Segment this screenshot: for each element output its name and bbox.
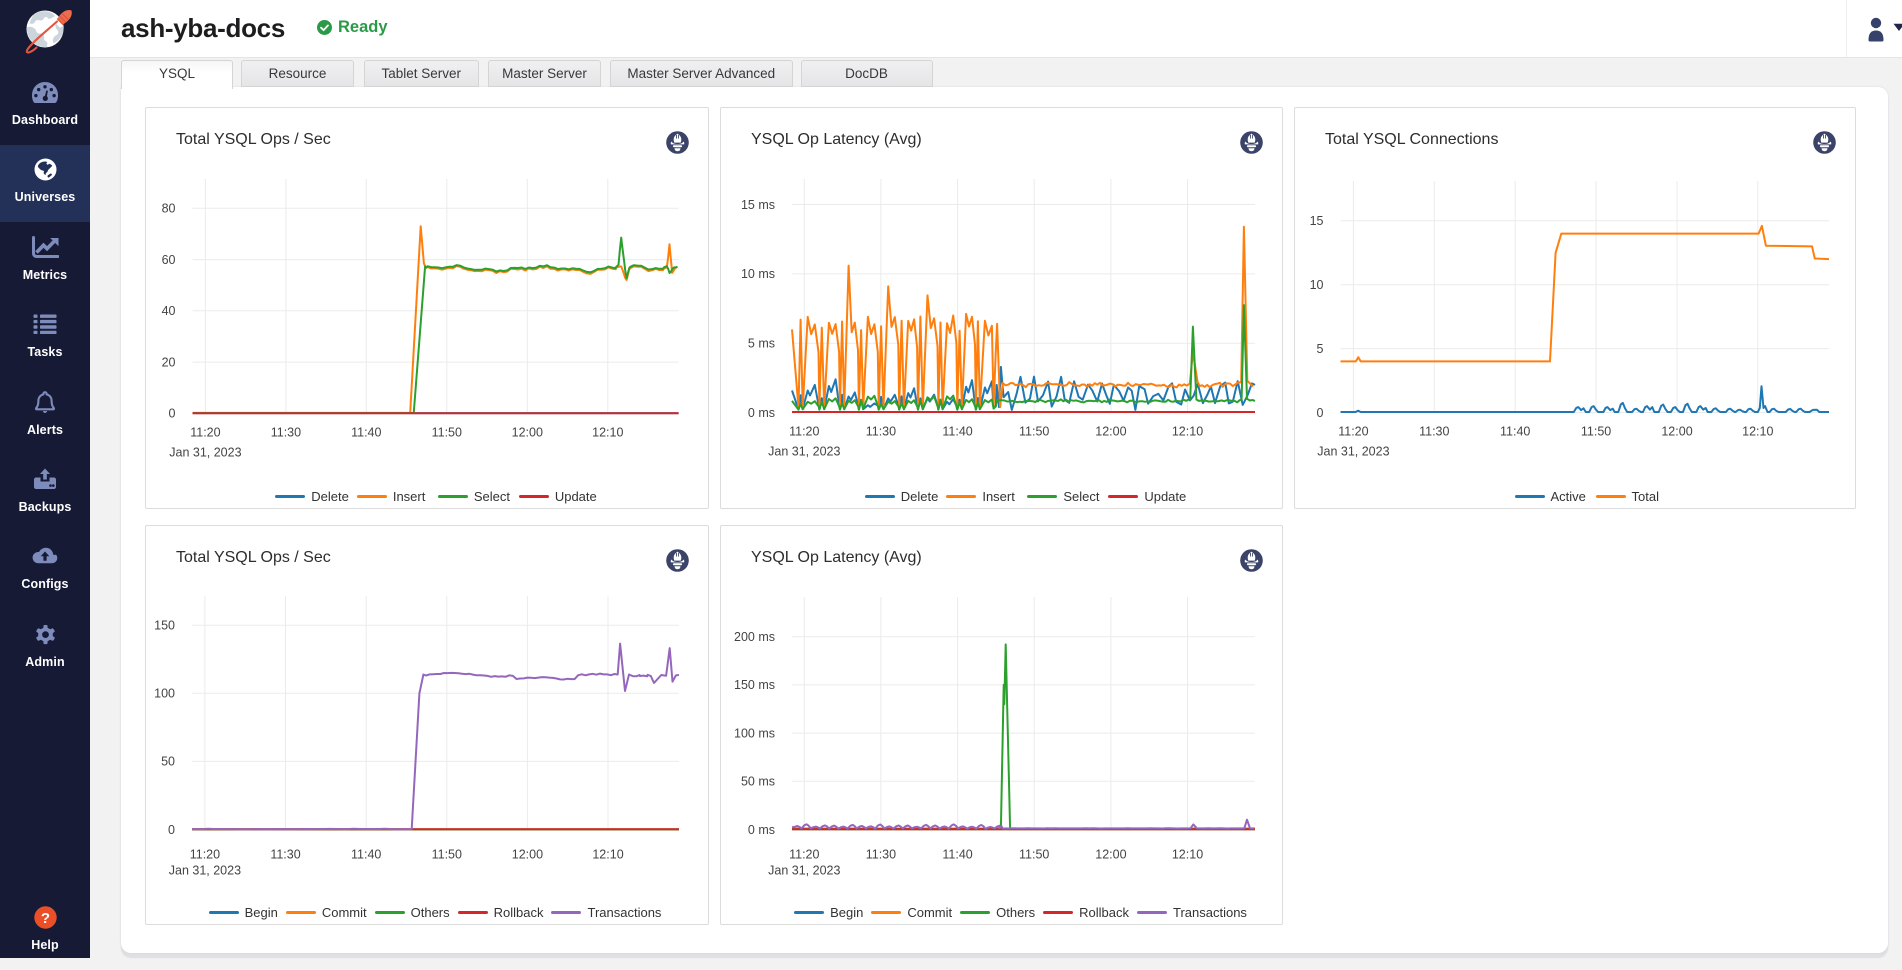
svg-text:12:10: 12:10 xyxy=(1172,848,1203,862)
svg-text:11:30: 11:30 xyxy=(866,848,896,862)
svg-text:5: 5 xyxy=(1317,342,1324,356)
svg-text:0 ms: 0 ms xyxy=(748,823,775,837)
svg-text:12:10: 12:10 xyxy=(1742,425,1773,439)
svg-text:11:20: 11:20 xyxy=(1338,425,1368,439)
svg-text:100 ms: 100 ms xyxy=(734,726,775,740)
svg-text:12:10: 12:10 xyxy=(592,848,623,862)
svg-text:11:30: 11:30 xyxy=(271,425,301,439)
svg-text:60: 60 xyxy=(162,253,176,267)
svg-text:80: 80 xyxy=(162,202,176,216)
svg-text:11:50: 11:50 xyxy=(432,425,462,439)
svg-text:0 ms: 0 ms xyxy=(748,406,775,420)
svg-text:0: 0 xyxy=(169,407,176,421)
svg-text:5 ms: 5 ms xyxy=(748,337,775,351)
svg-text:10: 10 xyxy=(1310,278,1324,292)
svg-text:12:00: 12:00 xyxy=(1661,425,1692,439)
svg-text:Jan 31, 2023: Jan 31, 2023 xyxy=(1317,445,1389,459)
svg-text:11:20: 11:20 xyxy=(789,848,819,862)
svg-text:150 ms: 150 ms xyxy=(734,678,775,692)
svg-text:11:20: 11:20 xyxy=(789,425,819,439)
svg-text:20: 20 xyxy=(162,355,176,369)
svg-text:12:00: 12:00 xyxy=(512,848,543,862)
svg-text:11:20: 11:20 xyxy=(190,425,220,439)
svg-text:12:00: 12:00 xyxy=(1095,425,1126,439)
svg-text:10 ms: 10 ms xyxy=(741,267,775,281)
svg-text:11:40: 11:40 xyxy=(942,425,972,439)
svg-text:15 ms: 15 ms xyxy=(741,198,775,212)
svg-text:50 ms: 50 ms xyxy=(741,775,775,789)
svg-text:11:40: 11:40 xyxy=(351,848,381,862)
svg-text:11:40: 11:40 xyxy=(351,425,381,439)
svg-text:Jan 31, 2023: Jan 31, 2023 xyxy=(169,445,241,459)
svg-text:Jan 31, 2023: Jan 31, 2023 xyxy=(768,864,840,878)
svg-text:11:20: 11:20 xyxy=(190,848,220,862)
svg-text:11:40: 11:40 xyxy=(942,848,972,862)
svg-text:Jan 31, 2023: Jan 31, 2023 xyxy=(768,445,840,459)
svg-text:40: 40 xyxy=(162,304,176,318)
svg-text:12:00: 12:00 xyxy=(512,425,543,439)
svg-text:0: 0 xyxy=(168,823,175,837)
svg-text:100: 100 xyxy=(154,687,175,701)
svg-text:11:50: 11:50 xyxy=(1019,425,1049,439)
svg-text:11:50: 11:50 xyxy=(1019,848,1049,862)
svg-text:11:30: 11:30 xyxy=(866,425,896,439)
svg-text:15: 15 xyxy=(1310,214,1324,228)
svg-text:0: 0 xyxy=(1317,406,1324,420)
svg-text:?: ? xyxy=(40,909,49,926)
svg-text:50: 50 xyxy=(161,755,175,769)
svg-text:11:30: 11:30 xyxy=(1419,425,1449,439)
svg-text:11:50: 11:50 xyxy=(1581,425,1611,439)
svg-text:Jan 31, 2023: Jan 31, 2023 xyxy=(169,864,241,878)
svg-text:12:10: 12:10 xyxy=(592,425,623,439)
svg-text:12:00: 12:00 xyxy=(1095,848,1126,862)
svg-text:200 ms: 200 ms xyxy=(734,630,775,644)
svg-text:150: 150 xyxy=(154,619,175,633)
svg-text:12:10: 12:10 xyxy=(1172,425,1203,439)
svg-text:11:50: 11:50 xyxy=(432,848,462,862)
svg-text:11:40: 11:40 xyxy=(1500,425,1530,439)
svg-text:11:30: 11:30 xyxy=(270,848,300,862)
